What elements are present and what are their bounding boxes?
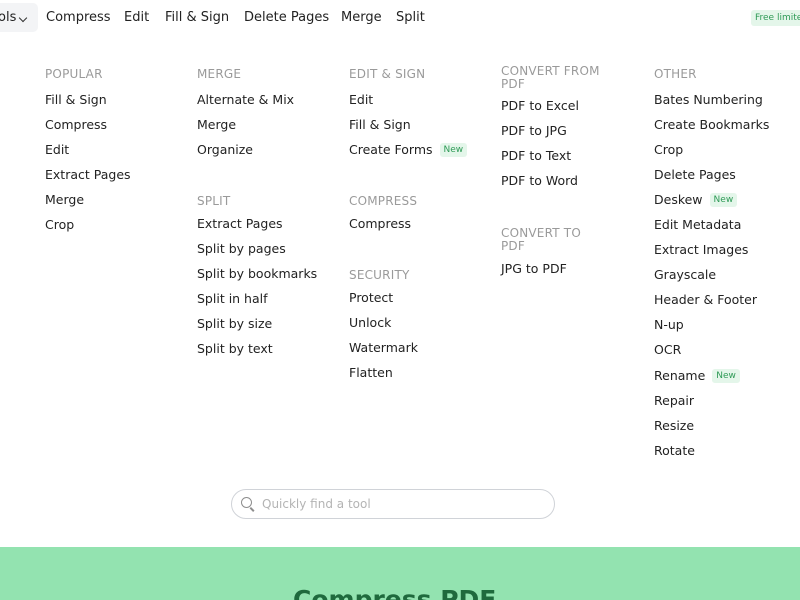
heading-convert-from-pdf: CONVERT FROM bbox=[501, 64, 600, 78]
link-flatten[interactable]: Flatten bbox=[349, 365, 393, 381]
link-organize[interactable]: Organize bbox=[197, 142, 253, 158]
new-badge: New bbox=[709, 193, 738, 207]
new-badge: New bbox=[439, 143, 468, 157]
link-edit-metadata[interactable]: Edit Metadata bbox=[654, 217, 741, 233]
link-create-forms-label: Create Forms bbox=[349, 142, 433, 157]
link-split-by-text[interactable]: Split by text bbox=[197, 341, 273, 357]
nav-fill-sign[interactable]: Fill & Sign bbox=[165, 10, 229, 26]
link-popular-merge[interactable]: Merge bbox=[45, 192, 84, 208]
link-pdf-to-word[interactable]: PDF to Word bbox=[501, 173, 578, 189]
link-pdf-to-jpg[interactable]: PDF to JPG bbox=[501, 123, 567, 139]
link-rename[interactable]: Rename New bbox=[654, 368, 740, 384]
link-delete-pages[interactable]: Delete Pages bbox=[654, 167, 736, 183]
link-popular-fill-sign[interactable]: Fill & Sign bbox=[45, 92, 107, 108]
link-split-in-half[interactable]: Split in half bbox=[197, 291, 268, 307]
link-popular-compress[interactable]: Compress bbox=[45, 117, 107, 133]
tools-menu-button[interactable]: ols bbox=[0, 3, 38, 32]
link-popular-extract-pages[interactable]: Extract Pages bbox=[45, 167, 131, 183]
link-unlock[interactable]: Unlock bbox=[349, 315, 391, 331]
link-other-crop[interactable]: Crop bbox=[654, 142, 683, 158]
heading-convert-from-pdf-line2: PDF bbox=[501, 77, 525, 91]
nav-delete-pages[interactable]: Delete Pages bbox=[244, 10, 329, 26]
link-split-by-size[interactable]: Split by size bbox=[197, 316, 272, 332]
link-alternate-mix[interactable]: Alternate & Mix bbox=[197, 92, 294, 108]
link-compress[interactable]: Compress bbox=[349, 216, 411, 232]
hero-title: Compress PDF bbox=[293, 585, 497, 600]
heading-compress: COMPRESS bbox=[349, 194, 418, 208]
search-icon bbox=[241, 497, 252, 508]
top-nav: ols Compress Edit Fill & Sign Delete Pag… bbox=[0, 0, 800, 34]
tools-mega-menu: POPULAR Fill & Sign Compress Edit Extrac… bbox=[0, 34, 800, 547]
search-input[interactable] bbox=[262, 495, 542, 513]
nav-merge[interactable]: Merge bbox=[341, 10, 382, 26]
new-badge: New bbox=[712, 369, 740, 383]
link-popular-crop[interactable]: Crop bbox=[45, 217, 74, 233]
link-popular-edit[interactable]: Edit bbox=[45, 142, 69, 158]
link-jpg-to-pdf[interactable]: JPG to PDF bbox=[501, 261, 567, 277]
link-create-bookmarks[interactable]: Create Bookmarks bbox=[654, 117, 769, 133]
heading-merge: MERGE bbox=[197, 67, 242, 81]
link-split-extract-pages[interactable]: Extract Pages bbox=[197, 216, 283, 232]
link-pdf-to-excel[interactable]: PDF to Excel bbox=[501, 98, 579, 114]
link-create-forms[interactable]: Create Forms New bbox=[349, 142, 468, 158]
heading-convert-to-pdf: CONVERT TO bbox=[501, 226, 581, 240]
link-ocr[interactable]: OCR bbox=[654, 342, 681, 358]
link-deskew[interactable]: Deskew New bbox=[654, 192, 738, 208]
nav-split[interactable]: Split bbox=[396, 10, 425, 26]
chevron-down-icon bbox=[18, 13, 28, 23]
link-split-by-pages[interactable]: Split by pages bbox=[197, 241, 286, 257]
heading-other: OTHER bbox=[654, 67, 697, 81]
link-edit[interactable]: Edit bbox=[349, 92, 373, 108]
heading-split: SPLIT bbox=[197, 194, 231, 208]
free-limit-badge: Free limite bbox=[751, 10, 800, 26]
link-deskew-label: Deskew bbox=[654, 192, 703, 207]
link-pdf-to-text[interactable]: PDF to Text bbox=[501, 148, 571, 164]
link-extract-images[interactable]: Extract Images bbox=[654, 242, 748, 258]
link-bates-numbering[interactable]: Bates Numbering bbox=[654, 92, 763, 108]
heading-convert-to-pdf-line2: PDF bbox=[501, 239, 525, 253]
heading-popular: POPULAR bbox=[45, 67, 103, 81]
link-protect[interactable]: Protect bbox=[349, 290, 393, 306]
link-header-footer[interactable]: Header & Footer bbox=[654, 292, 757, 308]
tools-menu-label: ols bbox=[0, 10, 17, 25]
link-split-by-bookmarks[interactable]: Split by bookmarks bbox=[197, 266, 317, 282]
link-resize[interactable]: Resize bbox=[654, 418, 694, 434]
link-grayscale[interactable]: Grayscale bbox=[654, 267, 716, 283]
nav-edit[interactable]: Edit bbox=[124, 10, 149, 26]
link-n-up[interactable]: N-up bbox=[654, 317, 684, 333]
hero-banner: Compress PDF bbox=[0, 547, 800, 600]
heading-edit-sign: EDIT & SIGN bbox=[349, 67, 426, 81]
link-rename-label: Rename bbox=[654, 368, 706, 383]
link-rotate[interactable]: Rotate bbox=[654, 443, 695, 459]
heading-security: SECURITY bbox=[349, 268, 410, 282]
link-fill-sign[interactable]: Fill & Sign bbox=[349, 117, 411, 133]
link-merge[interactable]: Merge bbox=[197, 117, 236, 133]
nav-compress[interactable]: Compress bbox=[46, 10, 111, 26]
link-watermark[interactable]: Watermark bbox=[349, 340, 418, 356]
link-repair[interactable]: Repair bbox=[654, 393, 694, 409]
